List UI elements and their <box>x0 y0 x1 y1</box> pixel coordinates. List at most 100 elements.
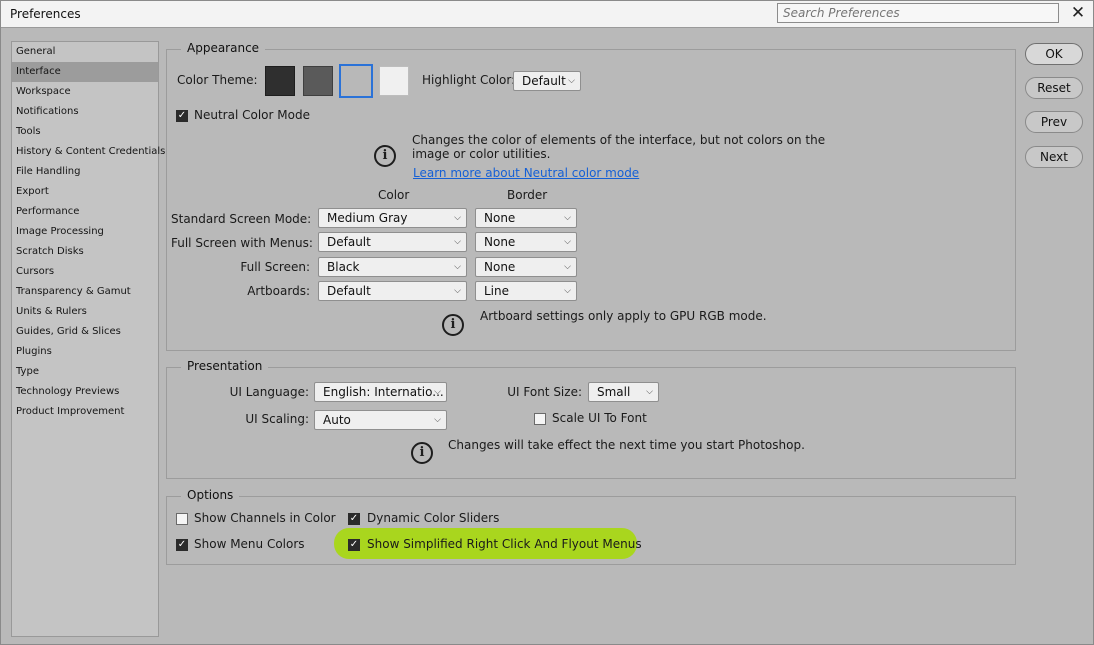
sidebar-item-tools[interactable]: Tools <box>12 122 158 142</box>
neutral-info-line2: image or color utilities. <box>412 147 551 161</box>
sidebar-item-notifications[interactable]: Notifications <box>12 102 158 122</box>
standard-screen-color-value: Medium Gray <box>327 211 408 225</box>
theme-swatch-medium-selected[interactable] <box>339 64 373 98</box>
sidebar-item-type[interactable]: Type <box>12 362 158 382</box>
neutral-color-mode-label: Neutral Color Mode <box>194 108 310 122</box>
artboards-border-value: Line <box>484 284 510 298</box>
title-bar: Preferences ✕ <box>1 1 1093 28</box>
chevron-down-icon: ⌵ <box>646 387 653 397</box>
sidebar-item-plugins[interactable]: Plugins <box>12 342 158 362</box>
sidebar-item-scratch-disks[interactable]: Scratch Disks <box>12 242 158 262</box>
theme-swatch-dark[interactable] <box>303 66 333 96</box>
artboards-color-dropdown[interactable]: Default ⌵ <box>318 281 467 301</box>
chevron-down-icon: ⌵ <box>568 76 575 86</box>
preferences-window: Preferences ✕ General Interface Workspac… <box>0 0 1094 645</box>
full-screen-menus-color-value: Default <box>327 235 371 249</box>
preferences-sidebar: General Interface Workspace Notification… <box>11 41 165 637</box>
chevron-down-icon: ⌵ <box>564 237 571 247</box>
neutral-color-mode-checkbox[interactable]: ✓ <box>176 110 188 122</box>
full-screen-border-dropdown[interactable]: None ⌵ <box>475 257 577 277</box>
dynamic-color-sliders-label: Dynamic Color Sliders <box>367 511 500 525</box>
ui-scaling-value: Auto <box>323 413 351 427</box>
artboard-info-text: Artboard settings only apply to GPU RGB … <box>480 309 767 323</box>
chevron-down-icon: ⌵ <box>564 286 571 296</box>
search-preferences-input[interactable] <box>777 3 1059 23</box>
full-screen-menus-color-dropdown[interactable]: Default ⌵ <box>318 232 467 252</box>
sidebar-item-performance[interactable]: Performance <box>12 202 158 222</box>
ui-scaling-label: UI Scaling: <box>245 412 309 426</box>
next-button[interactable]: Next <box>1025 146 1083 168</box>
show-channels-in-color-label: Show Channels in Color <box>194 511 336 525</box>
close-icon[interactable]: ✕ <box>1069 4 1087 22</box>
simplified-menus-checkbox[interactable]: ✓ <box>348 539 360 551</box>
full-screen-border-value: None <box>484 260 516 274</box>
full-screen-color-dropdown[interactable]: Black ⌵ <box>318 257 467 277</box>
sidebar-item-transparency[interactable]: Transparency & Gamut <box>12 282 158 302</box>
prev-button[interactable]: Prev <box>1025 111 1083 133</box>
column-header-border: Border <box>507 188 548 202</box>
info-icon: i <box>374 145 396 167</box>
sidebar-item-image-processing[interactable]: Image Processing <box>12 222 158 242</box>
full-screen-menus-border-value: None <box>484 235 516 249</box>
chevron-down-icon: ⌵ <box>564 213 571 223</box>
sidebar-item-workspace[interactable]: Workspace <box>12 82 158 102</box>
sidebar-item-units[interactable]: Units & Rulers <box>12 302 158 322</box>
highlight-color-dropdown[interactable]: Default ⌵ <box>513 71 581 91</box>
color-theme-label: Color Theme: <box>177 73 258 87</box>
chevron-down-icon: ⌵ <box>564 262 571 272</box>
chevron-down-icon: ⌵ <box>434 387 441 397</box>
standard-screen-mode-label: Standard Screen Mode: <box>171 212 312 226</box>
ui-font-size-label: UI Font Size: <box>507 385 582 399</box>
sidebar-item-cursors[interactable]: Cursors <box>12 262 158 282</box>
sidebar-item-general[interactable]: General <box>12 42 158 62</box>
highlight-color-label: Highlight Color: <box>422 73 516 87</box>
chevron-down-icon: ⌵ <box>454 213 461 223</box>
sidebar-item-file-handling[interactable]: File Handling <box>12 162 158 182</box>
ui-scaling-dropdown[interactable]: Auto ⌵ <box>314 410 447 430</box>
standard-screen-border-value: None <box>484 211 516 225</box>
full-screen-label: Full Screen: <box>240 260 310 274</box>
standard-screen-border-dropdown[interactable]: None ⌵ <box>475 208 577 228</box>
appearance-legend: Appearance <box>181 41 266 55</box>
sidebar-item-product-improvement[interactable]: Product Improvement <box>12 402 158 422</box>
info-icon: i <box>411 442 433 464</box>
neutral-color-mode-link[interactable]: Learn more about Neutral color mode <box>413 166 639 180</box>
ui-font-size-dropdown[interactable]: Small ⌵ <box>588 382 659 402</box>
ui-language-dropdown[interactable]: English: Internatio... ⌵ <box>314 382 447 402</box>
artboards-border-dropdown[interactable]: Line ⌵ <box>475 281 577 301</box>
sidebar-item-guides[interactable]: Guides, Grid & Slices <box>12 322 158 342</box>
full-screen-color-value: Black <box>327 260 360 274</box>
neutral-info-line1: Changes the color of elements of the int… <box>412 133 826 147</box>
ok-button[interactable]: OK <box>1025 43 1083 65</box>
ui-font-size-value: Small <box>597 385 631 399</box>
highlight-color-value: Default <box>522 74 566 88</box>
presentation-legend: Presentation <box>181 359 269 373</box>
window-title: Preferences <box>10 7 81 21</box>
chevron-down-icon: ⌵ <box>454 262 461 272</box>
show-menu-colors-checkbox[interactable]: ✓ <box>176 539 188 551</box>
ui-language-label: UI Language: <box>229 385 309 399</box>
show-menu-colors-label: Show Menu Colors <box>194 537 305 551</box>
theme-swatch-light[interactable] <box>379 66 409 96</box>
chevron-down-icon: ⌵ <box>434 415 441 425</box>
sidebar-item-history[interactable]: History & Content Credentials <box>12 142 165 162</box>
column-header-color: Color <box>378 188 410 202</box>
sidebar-item-technology-previews[interactable]: Technology Previews <box>12 382 158 402</box>
reset-button[interactable]: Reset <box>1025 77 1083 99</box>
chevron-down-icon: ⌵ <box>454 237 461 247</box>
artboards-color-value: Default <box>327 284 371 298</box>
dynamic-color-sliders-checkbox[interactable]: ✓ <box>348 513 360 525</box>
sidebar-item-export[interactable]: Export <box>12 182 158 202</box>
ui-language-value: English: Internatio... <box>323 385 444 399</box>
theme-swatch-darkest[interactable] <box>265 66 295 96</box>
restart-info-text: Changes will take effect the next time y… <box>448 438 805 452</box>
full-screen-menus-border-dropdown[interactable]: None ⌵ <box>475 232 577 252</box>
options-legend: Options <box>181 488 240 502</box>
show-channels-in-color-checkbox[interactable] <box>176 513 188 525</box>
sidebar-item-interface[interactable]: Interface <box>12 62 158 82</box>
full-screen-menus-label: Full Screen with Menus: <box>171 236 313 250</box>
scale-ui-to-font-label: Scale UI To Font <box>552 411 647 425</box>
standard-screen-color-dropdown[interactable]: Medium Gray ⌵ <box>318 208 467 228</box>
info-icon: i <box>442 314 464 336</box>
scale-ui-to-font-checkbox[interactable] <box>534 413 546 425</box>
